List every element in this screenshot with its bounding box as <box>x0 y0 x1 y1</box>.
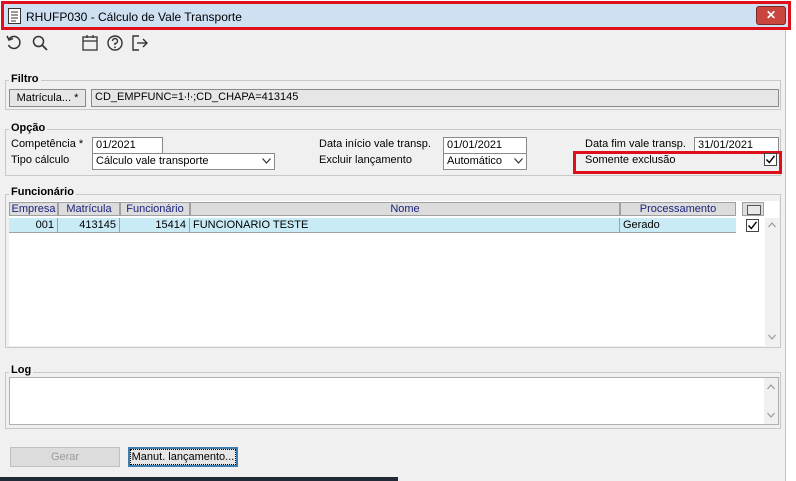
chevron-down-icon <box>262 158 271 164</box>
help-icon[interactable] <box>106 34 124 52</box>
opcao-group-label: Opção <box>9 122 48 134</box>
data-fim-label: Data fim vale transp. <box>585 138 686 150</box>
tipo-calculo-select[interactable]: Cálculo vale transporte <box>92 153 275 170</box>
scroll-down-icon[interactable] <box>768 334 776 340</box>
cell-matricula: 413145 <box>58 218 120 233</box>
chevron-down-icon <box>514 158 523 164</box>
column-header-processamento[interactable]: Processamento <box>620 202 736 216</box>
column-header-empresa[interactable]: Empresa <box>9 202 58 216</box>
checkmark-icon <box>765 155 776 164</box>
undo-icon[interactable] <box>5 34 23 52</box>
somente-exclusao-checkbox[interactable] <box>764 153 777 166</box>
scroll-up-icon[interactable] <box>768 222 776 228</box>
somente-exclusao-label: Somente exclusão <box>585 154 676 166</box>
cell-funcionario: 15414 <box>120 218 190 233</box>
tipo-calculo-value: Cálculo vale transporte <box>96 155 209 167</box>
funcionario-group-label: Funcionário <box>9 186 76 198</box>
app-icon <box>8 8 21 24</box>
checkmark-icon <box>747 221 758 230</box>
data-inicio-label: Data início vale transp. <box>319 138 431 150</box>
column-header-matricula[interactable]: Matrícula <box>58 202 120 216</box>
table-row[interactable]: 001 413145 15414 FUNCIONARIO TESTE Gerad… <box>9 218 736 233</box>
competencia-label: Competência * <box>11 138 84 150</box>
excluir-lancamento-select[interactable]: Automático <box>443 153 527 170</box>
cell-processamento: Gerado <box>623 219 660 231</box>
filtro-group-label: Filtro <box>9 73 41 85</box>
close-button[interactable]: ✕ <box>756 6 786 25</box>
log-textarea[interactable] <box>9 377 779 425</box>
gerar-button[interactable]: Gerar <box>10 447 120 467</box>
competencia-field[interactable]: 01/2021 <box>92 137 163 154</box>
cell-empresa: 001 <box>9 218 58 233</box>
calendar-icon[interactable] <box>81 34 99 52</box>
log-group-label: Log <box>9 364 34 376</box>
taskbar-edge <box>0 477 398 481</box>
scroll-up-icon[interactable] <box>767 384 775 390</box>
column-header-funcionario[interactable]: Funcionário <box>120 202 190 216</box>
matricula-button[interactable]: Matrícula... * <box>9 89 86 107</box>
log-scrollbar[interactable] <box>764 378 778 424</box>
select-all-box <box>747 205 761 215</box>
column-header-select-all[interactable] <box>742 202 764 216</box>
tipo-calculo-label: Tipo cálculo <box>11 154 70 166</box>
scroll-down-icon[interactable] <box>767 412 775 418</box>
filter-expression-field[interactable]: CD_EMPFUNC=1∙!∙;CD_CHAPA=413145 <box>91 89 779 107</box>
window-title: RHUFP030 - Cálculo de Vale Transporte <box>26 10 242 24</box>
row-checkbox[interactable] <box>746 219 759 232</box>
data-inicio-field[interactable]: 01/01/2021 <box>443 137 527 154</box>
excluir-lancamento-label: Excluir lançamento <box>319 154 412 166</box>
funcionario-grid: Empresa Matrícula Funcionário Nome Proce… <box>9 201 779 346</box>
column-header-nome[interactable]: Nome <box>190 202 620 216</box>
cell-nome: FUNCIONARIO TESTE <box>190 218 620 233</box>
excluir-lancamento-value: Automático <box>447 155 503 167</box>
close-icon: ✕ <box>765 8 777 22</box>
grid-scrollbar[interactable] <box>765 218 779 346</box>
search-icon[interactable] <box>31 34 49 52</box>
window-titlebar: RHUFP030 - Cálculo de Vale Transporte ✕ <box>1 1 791 30</box>
exit-icon[interactable] <box>131 34 149 52</box>
manut-lancamento-button[interactable]: Manut. lançamento... <box>128 447 238 467</box>
